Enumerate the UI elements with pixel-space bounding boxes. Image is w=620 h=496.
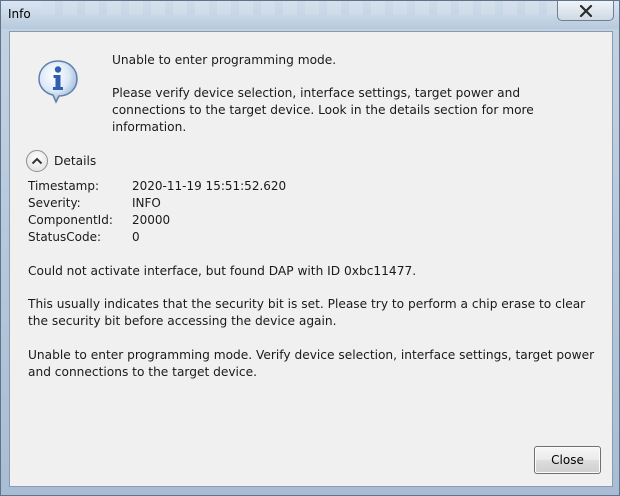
field-row: Severity: INFO	[28, 195, 428, 212]
field-key: Severity:	[28, 196, 81, 210]
field-value: 0	[132, 230, 140, 244]
chevron-up-icon	[31, 157, 43, 165]
field-key: ComponentId:	[28, 213, 113, 227]
title-bar[interactable]: Info	[1, 1, 619, 29]
details-label: Details	[54, 154, 97, 168]
background-window-strip	[41, 1, 561, 15]
details-paragraph: Unable to enter programming mode. Verify…	[28, 348, 595, 379]
field-key: Timestamp:	[28, 179, 100, 193]
details-paragraph: This usually indicates that the security…	[28, 297, 586, 328]
title-close-button[interactable]	[557, 1, 614, 21]
field-row: Timestamp: 2020-11-19 15:51:52.620	[28, 178, 428, 195]
field-row: ComponentId: 20000	[28, 212, 428, 229]
window-title: Info	[8, 7, 31, 21]
field-key: StatusCode:	[28, 230, 102, 244]
field-value: 20000	[132, 213, 171, 227]
dialog-content: Unable to enter programming mode. Please…	[9, 31, 613, 487]
field-row: StatusCode: 0	[28, 229, 428, 246]
message-headline: Unable to enter programming mode.	[112, 53, 337, 67]
close-icon	[579, 4, 592, 17]
close-button[interactable]: Close	[534, 446, 601, 474]
info-dialog: Info Unable to enter programming mode. P…	[0, 0, 620, 496]
message-body: Please verify device selection, interfac…	[112, 86, 534, 134]
info-icon	[38, 60, 78, 104]
details-paragraph: Could not activate interface, but found …	[28, 264, 417, 278]
field-value: 2020-11-19 15:51:52.620	[132, 179, 287, 193]
details-toggle[interactable]: Details	[26, 150, 96, 172]
details-fields: Timestamp: 2020-11-19 15:51:52.620 Sever…	[28, 178, 428, 246]
details-collapse-button[interactable]	[26, 150, 48, 172]
field-value: INFO	[132, 196, 161, 210]
